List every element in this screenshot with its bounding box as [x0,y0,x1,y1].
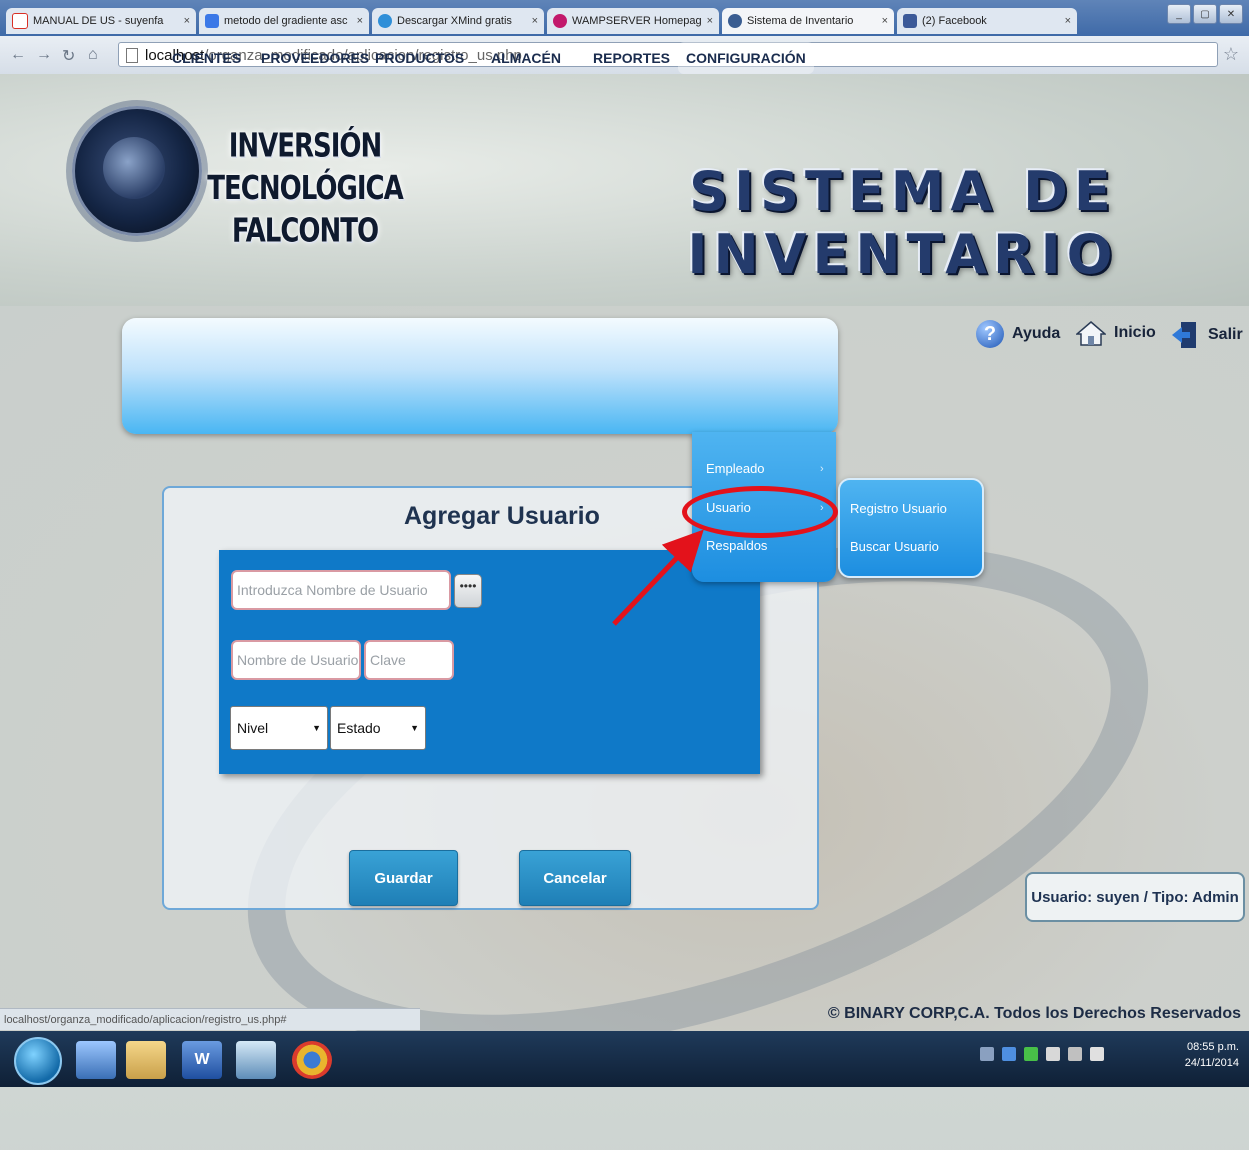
reload-icon[interactable]: ↻ [62,46,75,66]
wamp-icon [553,14,567,28]
full-name-input[interactable]: Introduzca Nombre de Usuario [231,570,451,610]
footer-copyright: © BINARY CORP,C.A. Todos los Derechos Re… [827,1005,1241,1022]
estado-select[interactable]: Estado ▼ [330,706,426,750]
page-icon [728,14,742,28]
tab-close-icon[interactable]: × [357,15,363,27]
nivel-value: Nivel [237,720,269,736]
browser-tab-search[interactable]: metodo del gradiente asc × [199,8,369,34]
menu-proveedores[interactable]: PROVEEDORES [261,50,369,66]
tab-close-icon[interactable]: × [882,15,888,27]
tab-title: metodo del gradiente asc [224,15,348,27]
nivel-select[interactable]: Nivel ▼ [230,706,328,750]
taskbar-explorer-icon[interactable] [76,1041,116,1079]
forward-icon[interactable]: → [36,46,52,64]
facebook-icon [903,14,917,28]
taskbar-word-icon[interactable]: W [182,1041,222,1079]
browser-tab-xmind[interactable]: Descargar XMind gratis × [372,8,544,34]
menu-clientes[interactable]: CLIENTES [172,50,241,66]
home-label: Inicio [1114,324,1156,341]
network-icon[interactable] [1068,1047,1082,1061]
bookmark-star-icon[interactable]: ☆ [1223,44,1239,65]
home-link[interactable]: Inicio [1076,320,1156,346]
help-label: Ayuda [1012,325,1061,342]
chevron-right-icon: › [820,463,824,475]
menu-reportes[interactable]: REPORTES [593,50,670,66]
tab-close-icon[interactable]: × [1065,15,1071,27]
tab-title: WAMPSERVER Homepage [572,15,701,27]
menu-almacen[interactable]: ALMACÉN [491,50,561,66]
taskbar-chrome-icon[interactable] [292,1041,332,1079]
flag-icon[interactable] [1046,1047,1060,1061]
minimize-icon[interactable]: _ [1167,4,1191,24]
tab-close-icon[interactable]: × [184,15,190,27]
tab-title: MANUAL DE US - suyenfa [33,15,164,27]
status-bar-url: localhost/organza_modificado/aplicacion/… [0,1008,420,1030]
password-input[interactable]: Clave [364,640,454,680]
home-icon[interactable]: ⌂ [88,46,98,64]
dropdown-arrow-icon: ▼ [312,723,321,733]
tray-icon[interactable] [1002,1047,1016,1061]
window-controls: _ ▢ ✕ [1167,4,1243,24]
usuario-submenu [838,478,984,578]
download-icon [378,14,392,28]
system-title: SISTEMA DE INVENTARIO [687,160,1119,286]
clock-time: 08:55 p.m. [1187,1041,1239,1053]
company-logo-text: INVERSIÓN TECNOLÓGICA FALCONTO [185,125,425,253]
taskbar-dolphin-icon[interactable] [236,1041,276,1079]
taskbar-folder-icon[interactable] [126,1041,166,1079]
browser-tab-facebook[interactable]: (2) Facebook × [897,8,1077,34]
browser-tab-gmail[interactable]: MANUAL DE US - suyenfa × [6,8,196,34]
tab-title: (2) Facebook [922,15,987,27]
tab-close-icon[interactable]: × [532,15,538,27]
dropdown-item-empleado[interactable]: Empleado [706,461,765,476]
tab-title: Descargar XMind gratis [397,15,512,27]
tray-icon[interactable] [980,1047,994,1061]
submenu-item-registro-usuario[interactable]: Registro Usuario [850,501,947,516]
logo-line-2: FALCONTO [231,212,379,251]
system-tray [980,1047,1104,1061]
session-status: Usuario: suyen / Tipo: Admin [1025,872,1245,922]
volume-icon[interactable] [1090,1047,1104,1061]
company-logo [72,106,202,236]
tab-title: Sistema de Inventario [747,15,854,27]
exit-label: Salir [1208,326,1243,343]
estado-value: Estado [337,720,381,736]
clock[interactable]: 08:55 p.m. 24/11/2014 [1185,1039,1239,1071]
windows-taskbar: W 08:55 p.m. 24/11/2014 [0,1031,1249,1087]
dropdown-item-respaldos[interactable]: Respaldos [706,538,767,553]
submenu-item-buscar-usuario[interactable]: Buscar Usuario [850,539,939,554]
exit-door-icon [1172,322,1196,348]
search-icon [205,14,219,28]
username-input[interactable]: Nombre de Usuario [231,640,361,680]
save-button[interactable]: Guardar [349,850,458,906]
back-icon[interactable]: ← [10,46,26,64]
house-icon [1076,321,1106,346]
menu-configuracion[interactable]: CONFIGURACIÓN [678,42,814,74]
tray-icon[interactable] [1024,1047,1038,1061]
password-dots-button[interactable]: •••• [454,574,482,608]
browser-tab-inventario[interactable]: Sistema de Inventario × [722,8,894,34]
browser-tab-bar: MANUAL DE US - suyenfa × metodo del grad… [0,0,1249,36]
start-button[interactable] [14,1037,62,1085]
browser-tab-wamp[interactable]: WAMPSERVER Homepage × [547,8,719,34]
dropdown-arrow-icon: ▼ [410,723,419,733]
gmail-icon [12,13,28,29]
help-icon: ? [976,320,1004,348]
page-icon [126,48,138,63]
help-link[interactable]: ? Ayuda [976,320,1060,348]
exit-link[interactable]: Salir [1170,320,1243,350]
logo-line-1: INVERSIÓN TECNOLÓGICA [207,127,403,208]
annotation-arrow-icon [612,529,704,626]
menu-productos[interactable]: PRODUCTOS [375,50,464,66]
close-icon[interactable]: ✕ [1219,4,1243,24]
clock-date: 24/11/2014 [1184,1057,1239,1069]
cancel-button[interactable]: Cancelar [519,850,631,906]
maximize-icon[interactable]: ▢ [1193,4,1217,24]
tab-close-icon[interactable]: × [707,15,713,27]
form-title: Agregar Usuario [404,502,600,530]
main-menu [122,318,838,434]
